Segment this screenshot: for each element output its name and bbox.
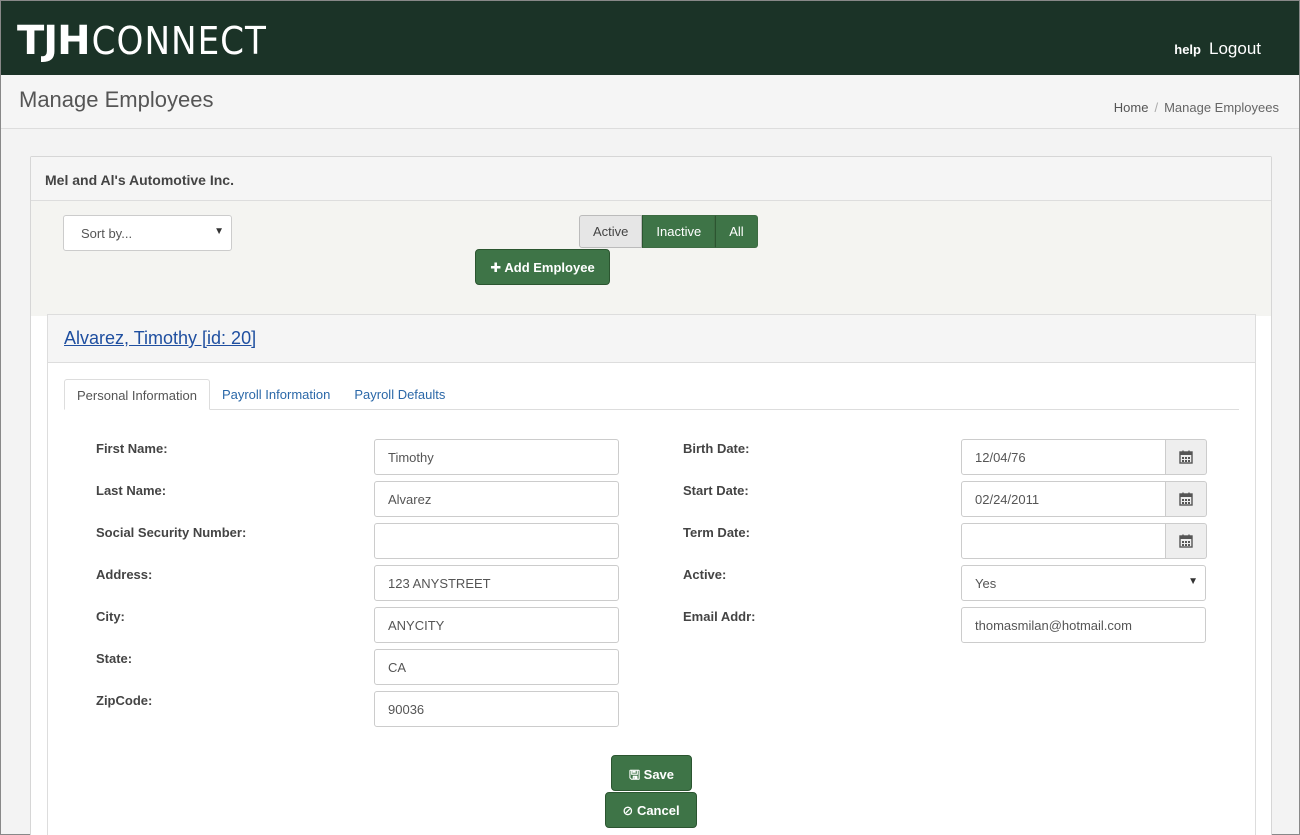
zipcode-input[interactable]: 90036 (374, 691, 619, 727)
tab-payroll-defaults[interactable]: Payroll Defaults (342, 379, 457, 410)
breadcrumb: Home / Manage Employees (1114, 100, 1279, 115)
company-name: Mel and Al's Automotive Inc. (31, 157, 1271, 201)
state-label: State: (96, 651, 133, 666)
save-label: Save (643, 767, 675, 782)
top-navbar: TJH CONNECT help Logout (1, 1, 1299, 75)
birth-date-input[interactable]: 12/04/76 (961, 439, 1166, 475)
address-input[interactable]: 123 ANYSTREET (374, 565, 619, 601)
first-name-label: First Name: (96, 441, 168, 456)
employee-tabs: Personal Information Payroll Information… (64, 379, 1239, 410)
logo-light-text: CONNECT (91, 19, 267, 63)
employee-header: Alvarez, Timothy [id: 20] (48, 315, 1255, 363)
email-input[interactable]: thomasmilan@hotmail.com (961, 607, 1206, 643)
filter-inactive-button[interactable]: Inactive (642, 215, 716, 248)
top-links: help Logout (1174, 39, 1261, 59)
employee-toolbar: Sort by... ▼ Active Inactive All ✚ Add E… (31, 201, 1271, 316)
save-button[interactable]: 🖫 Save (611, 755, 692, 791)
active-select[interactable]: Yes ▼ (961, 565, 1206, 601)
first-name-input[interactable]: Timothy (374, 439, 619, 475)
address-label: Address: (96, 567, 153, 582)
filter-all-button[interactable]: All (715, 215, 758, 248)
ban-icon: ⊘ (622, 803, 634, 818)
help-link[interactable]: help (1174, 42, 1201, 57)
start-date-input[interactable]: 02/24/2011 (961, 481, 1166, 517)
add-employee-button[interactable]: ✚ Add Employee (475, 249, 610, 285)
chevron-down-icon: ▼ (1188, 576, 1198, 587)
filter-active-button[interactable]: Active (579, 215, 643, 248)
calendar-icon (1179, 450, 1193, 464)
company-panel: Mel and Al's Automotive Inc. Sort by... … (30, 156, 1272, 835)
logo-bold-text: TJH (17, 18, 91, 64)
email-label: Email Addr: (683, 609, 756, 624)
start-date-calendar-button[interactable] (1166, 481, 1207, 517)
cancel-label: Cancel (636, 803, 680, 818)
chevron-down-icon: ▼ (214, 226, 224, 237)
active-label: Active: (683, 567, 727, 582)
breadcrumb-current: Manage Employees (1164, 100, 1279, 115)
floppy-disk-icon: 🖫 (628, 767, 641, 782)
birth-date-calendar-button[interactable] (1166, 439, 1207, 475)
add-employee-label: Add Employee (504, 260, 595, 275)
start-date-label: Start Date: (683, 483, 749, 498)
last-name-label: Last Name: (96, 483, 167, 498)
last-name-input[interactable]: Alvarez (374, 481, 619, 517)
employee-panel: Alvarez, Timothy [id: 20] Personal Infor… (47, 314, 1256, 835)
employee-name-link[interactable]: Alvarez, Timothy [id: 20] (64, 328, 256, 348)
term-date-calendar-button[interactable] (1166, 523, 1207, 559)
term-date-label: Term Date: (683, 525, 750, 540)
status-filter-group: Active Inactive All (579, 215, 758, 248)
birth-date-label: Birth Date: (683, 441, 750, 456)
active-select-value: Yes (975, 576, 997, 591)
tab-payroll-information[interactable]: Payroll Information (210, 379, 342, 410)
state-input[interactable]: CA (374, 649, 619, 685)
breadcrumb-home[interactable]: Home (1114, 100, 1149, 115)
term-date-input[interactable] (961, 523, 1166, 559)
logout-link[interactable]: Logout (1209, 39, 1261, 59)
tab-personal-information[interactable]: Personal Information (64, 379, 210, 410)
breadcrumb-separator: / (1154, 100, 1159, 115)
page-header: Manage Employees Home / Manage Employees (1, 75, 1299, 129)
tjh-connect-logo[interactable]: TJH CONNECT (17, 21, 267, 61)
cancel-button[interactable]: ⊘ Cancel (605, 792, 697, 828)
sort-by-value: Sort by... (81, 226, 133, 241)
city-input[interactable]: ANYCITY (374, 607, 619, 643)
calendar-icon (1179, 492, 1193, 506)
page-title: Manage Employees (19, 87, 214, 112)
ssn-label: Social Security Number: (96, 525, 247, 540)
zipcode-label: ZipCode: (96, 693, 153, 708)
calendar-icon (1179, 534, 1193, 548)
plus-icon: ✚ (490, 260, 502, 275)
ssn-input[interactable] (374, 523, 619, 559)
city-label: City: (96, 609, 125, 624)
sort-by-select[interactable]: Sort by... ▼ (63, 215, 232, 251)
